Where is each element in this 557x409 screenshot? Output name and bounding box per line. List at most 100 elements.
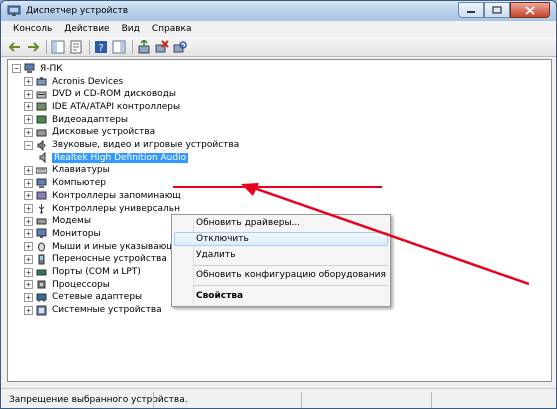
tree-item-label: Мыши и иные указывающие bbox=[52, 241, 187, 252]
action-pane-icon bbox=[112, 40, 126, 53]
port-icon bbox=[36, 269, 47, 275]
tree-item-label: Звуковые, видео и игровые устройства bbox=[52, 140, 240, 150]
tree-root[interactable]: − Я-ПК bbox=[12, 62, 65, 75]
properties-button[interactable] bbox=[68, 39, 84, 55]
tree-item-label: Процессоры bbox=[52, 279, 110, 290]
tree-item[interactable]: + Мониторы bbox=[24, 227, 103, 240]
tree-item-label: Мониторы bbox=[52, 228, 101, 239]
tree-item[interactable]: + Системные устройства bbox=[24, 304, 164, 317]
expand-toggle[interactable]: + bbox=[24, 115, 33, 125]
expand-toggle[interactable]: + bbox=[24, 89, 33, 99]
system-icon bbox=[36, 305, 47, 316]
tree-item[interactable]: + Контроллеры запоминающ bbox=[24, 189, 183, 202]
keyboard-icon bbox=[36, 167, 47, 174]
help-button[interactable]: ? bbox=[93, 39, 109, 55]
toolbar-separator bbox=[89, 39, 90, 54]
menu-help[interactable]: Справка bbox=[146, 24, 198, 34]
expand-toggle[interactable]: + bbox=[24, 254, 33, 264]
monitor-icon bbox=[36, 228, 47, 239]
storage-icon bbox=[36, 191, 47, 200]
network-icon bbox=[36, 293, 47, 302]
close-icon bbox=[525, 5, 535, 15]
menu-console[interactable]: Консоль bbox=[7, 24, 58, 34]
expand-toggle[interactable]: + bbox=[24, 292, 33, 302]
scan-hardware-button[interactable] bbox=[172, 39, 188, 55]
help-icon: ? bbox=[95, 40, 107, 54]
tree-item[interactable]: + Дисковые устройства bbox=[24, 126, 157, 139]
action-pane-button[interactable] bbox=[111, 39, 127, 55]
dvd-icon bbox=[36, 91, 47, 99]
maximize-button[interactable] bbox=[484, 2, 510, 18]
menu-properties[interactable]: Свойства bbox=[196, 291, 243, 301]
tree-item-label: Realtek High Definition Audio bbox=[52, 152, 189, 163]
expand-toggle[interactable]: + bbox=[24, 229, 33, 239]
sound-icon bbox=[37, 139, 46, 151]
forward-button[interactable] bbox=[25, 39, 41, 55]
forward-icon bbox=[28, 41, 40, 52]
tree-item[interactable]: + IDE ATA/ATAPI контроллеры bbox=[24, 100, 182, 113]
tree-item[interactable]: Realtek High Definition Audio bbox=[38, 151, 189, 164]
tree-item-label: Видеоадаптеры bbox=[52, 114, 129, 125]
uninstall-button[interactable] bbox=[154, 39, 170, 55]
menu-uninstall[interactable]: Удалить bbox=[196, 250, 235, 260]
status-separator bbox=[301, 392, 302, 408]
collapse-toggle[interactable]: − bbox=[24, 140, 33, 150]
tree-item[interactable]: + DVD и CD-ROM дисководы bbox=[24, 88, 178, 101]
device-manager-window: Диспетчер устройств Консоль Действие Вид… bbox=[0, 0, 557, 409]
expand-toggle[interactable]: + bbox=[24, 280, 33, 290]
tree-item-label: Системные устройства bbox=[52, 305, 162, 316]
toolbar-separator bbox=[46, 39, 47, 54]
tree-item[interactable]: + Сетевые адаптеры bbox=[24, 291, 144, 304]
expand-toggle[interactable]: + bbox=[24, 165, 33, 175]
tree-item-label: Модемы bbox=[52, 216, 91, 227]
tree-item[interactable]: + Клавиатуры bbox=[24, 164, 112, 177]
expand-toggle[interactable]: + bbox=[24, 191, 33, 201]
tree-item[interactable]: + Порты (COM и LPT) bbox=[24, 266, 143, 279]
status-bar: Запрещение выбранного устройства. bbox=[1, 388, 556, 408]
tree-item[interactable]: + Контроллеры универсальн bbox=[24, 202, 182, 215]
properties-icon bbox=[70, 40, 82, 53]
expand-toggle[interactable]: + bbox=[24, 267, 33, 277]
expand-toggle[interactable]: + bbox=[24, 127, 33, 137]
device-manager-icon bbox=[7, 5, 21, 16]
mouse-icon bbox=[38, 242, 45, 252]
back-button[interactable] bbox=[7, 39, 23, 55]
expand-toggle[interactable]: + bbox=[24, 216, 33, 226]
tree-item[interactable]: + Процессоры bbox=[24, 278, 112, 291]
tree-item[interactable]: + Видеоадаптеры bbox=[24, 113, 130, 126]
expand-toggle[interactable]: + bbox=[24, 102, 33, 112]
disk-icon bbox=[36, 129, 47, 137]
portable-icon bbox=[38, 254, 45, 265]
menu-disable[interactable]: Отключить bbox=[196, 234, 249, 244]
tree-item[interactable]: + Переносные устройства bbox=[24, 253, 169, 266]
expand-toggle[interactable]: + bbox=[24, 204, 33, 213]
minimize-button[interactable] bbox=[458, 2, 484, 18]
tree-item[interactable]: + Компьютер bbox=[24, 177, 108, 190]
close-button[interactable] bbox=[510, 2, 550, 18]
tree-item[interactable]: + Acronis Devices bbox=[24, 75, 125, 88]
computer-icon bbox=[24, 63, 35, 73]
tree-item[interactable]: − Звуковые, видео и игровые устройства bbox=[24, 139, 241, 152]
tree-item-label: Контроллеры универсальн bbox=[52, 203, 180, 214]
menu-bar: Консоль Действие Вид Справка bbox=[1, 21, 556, 37]
expand-toggle[interactable]: + bbox=[24, 77, 33, 86]
update-driver-button[interactable] bbox=[136, 39, 152, 55]
menu-scan-hardware[interactable]: Обновить конфигурацию оборудования bbox=[196, 270, 386, 280]
context-menu-separator bbox=[194, 285, 388, 286]
expand-toggle[interactable]: + bbox=[24, 242, 33, 252]
collapse-toggle[interactable]: − bbox=[12, 64, 21, 73]
tree-item[interactable]: + Модемы bbox=[24, 215, 93, 228]
menu-view[interactable]: Вид bbox=[116, 24, 146, 34]
device-tree-panel: − Я-ПК + Acronis Devices + DVD и CD-ROM дис… bbox=[7, 59, 552, 382]
menu-action[interactable]: Действие bbox=[58, 24, 115, 34]
status-separator bbox=[431, 392, 432, 408]
tree-root-label: Я-ПК bbox=[40, 63, 63, 74]
tree-item[interactable]: + Мыши и иные указывающие bbox=[24, 240, 188, 253]
title-bar: Диспетчер устройств bbox=[1, 1, 556, 21]
menu-update-drivers[interactable]: Обновить драйверы... bbox=[196, 218, 300, 228]
tree-item-label: Клавиатуры bbox=[52, 165, 110, 176]
expand-toggle[interactable]: + bbox=[24, 305, 33, 315]
scan-hardware-icon bbox=[173, 40, 187, 52]
expand-toggle[interactable]: + bbox=[24, 178, 33, 188]
show-hide-tree-button[interactable] bbox=[50, 39, 66, 55]
